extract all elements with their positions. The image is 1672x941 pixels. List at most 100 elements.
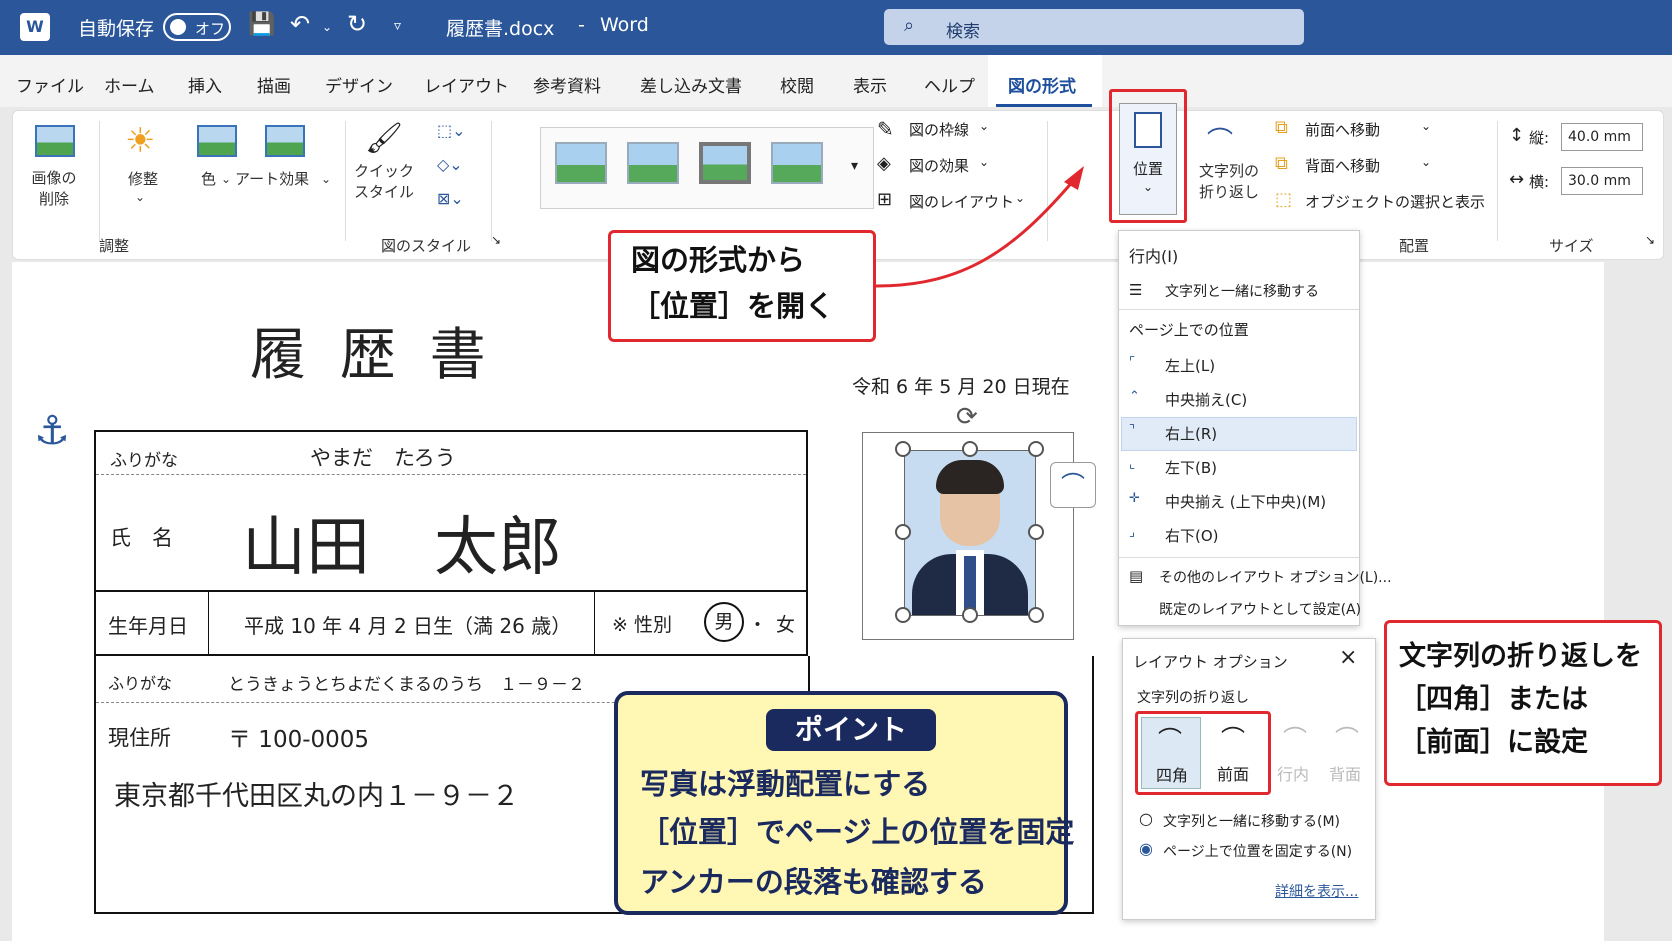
color-icon <box>197 125 237 157</box>
picture-border-button[interactable]: 図の枠線 <box>909 119 969 140</box>
redo-icon[interactable]: ↻ <box>347 10 367 38</box>
picture-styles-gallery[interactable]: ▾ <box>540 127 874 209</box>
address-text: 東京都千代田区丸の内１－９－２ <box>114 781 519 812</box>
tab-help[interactable]: ヘルプ <box>924 72 975 97</box>
gender-female: 女 <box>776 614 796 636</box>
tab-mailings[interactable]: 差し込み文書 <box>640 72 742 97</box>
menu-top-left[interactable]: 左上(L) <box>1165 355 1215 376</box>
customize-toolbar-icon[interactable]: ▿ <box>394 18 401 34</box>
picture-border-small-icon[interactable]: ⬚⌄ <box>437 121 466 140</box>
wrap-square-option[interactable]: ⌒ 四角 <box>1141 717 1201 789</box>
menu-bottom-right[interactable]: 右下(O) <box>1165 525 1219 546</box>
style-thumb-3[interactable] <box>699 142 751 184</box>
name-section: ふりがな やまだ たろう 氏 名 山田 太郎 <box>94 430 808 592</box>
width-input[interactable]: 30.0 mm <box>1561 167 1643 195</box>
undo-icon[interactable]: ↶ <box>290 10 310 38</box>
artistic-dropdown-icon[interactable]: ⌄ <box>321 169 331 190</box>
wrap-front-icon: ⌒ <box>1221 725 1245 753</box>
tab-insert[interactable]: 挿入 <box>188 72 222 97</box>
tab-references[interactable]: 参考資料 <box>533 72 601 97</box>
tab-review[interactable]: 校閲 <box>780 72 814 97</box>
radio-move-label: 文字列と一緒に移動する(M) <box>1163 814 1341 830</box>
save-icon[interactable]: 💾 <box>248 12 275 37</box>
corrections-dropdown-icon[interactable]: ⌄ <box>135 187 145 208</box>
wrap-front-option[interactable]: ⌒ 前面 <box>1203 717 1265 789</box>
style-thumb-1[interactable] <box>555 142 607 184</box>
undo-dropdown-icon[interactable]: ⌄ <box>322 20 332 34</box>
menu-bottom-left[interactable]: 左下(B) <box>1165 457 1217 478</box>
resize-handle-bc[interactable] <box>962 607 978 623</box>
picture-effects-small-icon[interactable]: ◇⌄ <box>437 155 463 174</box>
forward-dropdown-icon[interactable]: ⌄ <box>1421 119 1431 133</box>
tab-home[interactable]: ホーム <box>104 72 155 97</box>
gallery-more-icon[interactable]: ▾ <box>851 158 858 174</box>
inline-icon: ☰ <box>1129 281 1143 299</box>
style-thumb-4[interactable] <box>771 142 823 184</box>
menu-more-layout[interactable]: その他のレイアウト オプション(L)... <box>1159 567 1392 587</box>
tab-picture-format[interactable]: 図の形式 <box>1008 72 1076 97</box>
menu-top-right[interactable]: 右上(R) <box>1165 423 1217 444</box>
corrections-icon: ☀ <box>125 121 156 161</box>
tab-layout[interactable]: レイアウト <box>424 72 509 97</box>
radio-fix-position[interactable]: ◉ <box>1139 839 1153 858</box>
style-thumb-2[interactable] <box>627 142 679 184</box>
resize-handle-ml[interactable] <box>895 524 911 540</box>
resize-handle-tr[interactable] <box>1028 441 1044 457</box>
wrap-text-button[interactable]: 文字列の 折り返し <box>1189 161 1269 203</box>
title-separator: - <box>578 14 585 36</box>
point-line-3: アンカーの段落も確認する <box>640 865 987 899</box>
bottom-right-icon: ⌟ <box>1129 525 1136 540</box>
backward-dropdown-icon[interactable]: ⌄ <box>1421 155 1431 169</box>
details-link[interactable]: 詳細を表示... <box>1275 881 1358 901</box>
birth-date: 平成 10 年 4 月 2 日生（満 26 歳） <box>244 614 572 638</box>
artistic-effects-button[interactable]: アート効果 <box>235 169 309 190</box>
tab-file[interactable]: ファイル <box>16 72 84 97</box>
wrap-behind-icon: ⌒ <box>1335 725 1359 753</box>
document-filename: 履歴書.docx <box>446 18 555 40</box>
color-button[interactable]: 色 <box>201 169 216 190</box>
menu-inline-item[interactable]: 文字列と一緒に移動する <box>1165 281 1319 301</box>
color-dropdown-icon[interactable]: ⌄ <box>221 169 231 190</box>
anchor-icon[interactable]: ⚓ <box>34 408 70 454</box>
styles-launcher-icon[interactable]: ↘ <box>491 233 501 247</box>
furigana-label: ふりがな <box>110 451 178 471</box>
wrap-inline-option[interactable]: ⌒ 行内 <box>1271 717 1321 789</box>
menu-middle-center[interactable]: 中央揃え (上下中央)(M) <box>1165 491 1326 512</box>
height-input[interactable]: 40.0 mm <box>1561 123 1643 151</box>
size-launcher-icon[interactable]: ↘ <box>1645 233 1655 247</box>
tab-design[interactable]: デザイン <box>325 72 393 97</box>
gender-dot: ・ <box>748 614 768 636</box>
callout-wrap-setting: 文字列の折り返しを ［四角］または ［前面］に設定 <box>1384 620 1662 786</box>
picture-layout-small-icon[interactable]: ⊠⌄ <box>437 189 464 208</box>
tab-draw[interactable]: 描画 <box>257 72 291 97</box>
search-box[interactable]: ⌕ 検索 <box>884 9 1304 45</box>
resize-handle-tl[interactable] <box>895 441 911 457</box>
bring-forward-button[interactable]: 前面へ移動 <box>1305 119 1380 140</box>
radio-move-with-text[interactable]: ○ <box>1139 809 1153 828</box>
menu-set-default[interactable]: 既定のレイアウトとして設定(A) <box>1159 599 1361 619</box>
position-label: 位置 <box>1132 160 1163 178</box>
position-button[interactable]: 位置 ⌄ <box>1119 103 1177 215</box>
resize-handle-tc[interactable] <box>962 441 978 457</box>
send-backward-button[interactable]: 背面へ移動 <box>1305 155 1380 176</box>
wrap-square-icon: ⌒ <box>1158 726 1182 754</box>
inline-header: 行内(I) <box>1129 247 1179 266</box>
tab-view[interactable]: 表示 <box>853 72 887 97</box>
menu-top-center[interactable]: 中央揃え(C) <box>1165 389 1247 410</box>
quick-styles-button[interactable]: クイック スタイル <box>343 161 425 203</box>
rotate-handle-icon[interactable]: ⟳ <box>956 402 978 432</box>
resize-handle-bl[interactable] <box>895 607 911 623</box>
layout-options-button[interactable]: ⌒ <box>1050 462 1096 508</box>
resize-handle-br[interactable] <box>1028 607 1044 623</box>
selection-pane-button[interactable]: オブジェクトの選択と表示 <box>1305 191 1485 212</box>
wrap-behind-option[interactable]: ⌒ 背面 <box>1323 717 1373 789</box>
callout-open-position: 図の形式から ［位置］を開く <box>608 230 876 342</box>
middle-center-icon: ✛ <box>1129 491 1140 506</box>
resize-handle-mr[interactable] <box>1028 524 1044 540</box>
autosave-toggle[interactable]: オフ <box>163 13 231 41</box>
radio-fix-label: ページ上で位置を固定する(N) <box>1163 844 1353 860</box>
app-name: Word <box>600 14 649 36</box>
border-dropdown-icon[interactable]: ⌄ <box>979 119 989 133</box>
close-icon[interactable]: × <box>1339 645 1357 670</box>
remove-background-button[interactable]: 画像の 削除 <box>19 168 89 210</box>
